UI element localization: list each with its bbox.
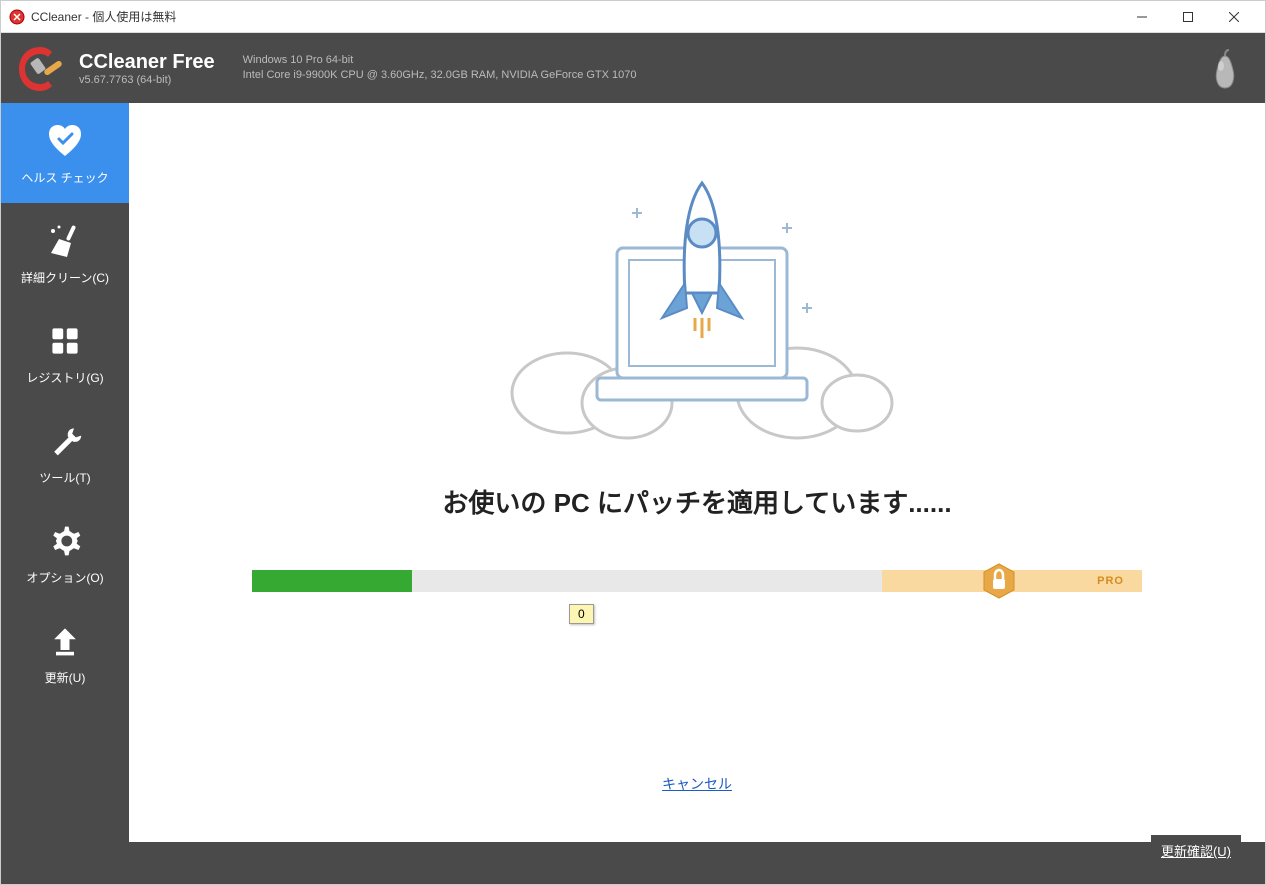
main-content: お使いの PC にパッチを適用しています...... PRO 0 キャンセル 更…: [129, 103, 1265, 884]
grid-icon: [45, 321, 85, 361]
titlebar: CCleaner - 個人使用は無料: [1, 1, 1265, 33]
sidebar-label: レジストリ(G): [26, 369, 103, 386]
product-info: CCleaner Free v5.67.7763 (64-bit): [79, 51, 215, 86]
minimize-button[interactable]: [1119, 1, 1165, 33]
sidebar-label: ヘルス チェック: [21, 169, 108, 186]
lock-icon: [980, 562, 1018, 600]
footer-bar: [129, 842, 1265, 884]
window-title: CCleaner - 個人使用は無料: [31, 8, 1119, 25]
progress-fill: [252, 570, 412, 592]
upload-arrow-icon: [45, 621, 85, 661]
sidebar-item-custom-clean[interactable]: 詳細クリーン(C): [1, 203, 129, 303]
product-version: v5.67.7763 (64-bit): [79, 74, 215, 86]
app-header: CCleaner Free v5.67.7763 (64-bit) Window…: [1, 33, 1265, 103]
update-check-link[interactable]: 更新確認(U): [1151, 835, 1241, 866]
wrench-icon: [45, 421, 85, 461]
sidebar-label: 更新(U): [45, 669, 86, 686]
window-controls: [1119, 1, 1257, 33]
pear-icon[interactable]: [1207, 46, 1243, 90]
product-name: CCleaner Free: [79, 51, 215, 74]
sidebar-item-health-check[interactable]: ヘルス チェック: [1, 103, 129, 203]
gear-icon: [45, 521, 85, 561]
ccleaner-logo-icon: [13, 41, 67, 95]
sidebar-item-update[interactable]: 更新(U): [1, 603, 129, 703]
sidebar-item-registry[interactable]: レジストリ(G): [1, 303, 129, 403]
broom-icon: [45, 221, 85, 261]
sys-os: Windows 10 Pro 64-bit: [243, 53, 1207, 68]
rocket-illustration: [487, 163, 907, 443]
sidebar-item-tools[interactable]: ツール(T): [1, 403, 129, 503]
cancel-link[interactable]: キャンセル: [662, 774, 732, 794]
maximize-button[interactable]: [1165, 1, 1211, 33]
sidebar-item-options[interactable]: オプション(O): [1, 503, 129, 603]
status-headline: お使いの PC にパッチを適用しています......: [442, 483, 951, 520]
progress-tooltip: 0: [569, 604, 594, 624]
sidebar-label: ツール(T): [39, 469, 90, 486]
sidebar: ヘルス チェック 詳細クリーン(C) レジストリ(G) ツール(T) オプション…: [1, 103, 129, 884]
app-icon: [9, 9, 25, 25]
heart-check-icon: [45, 121, 85, 161]
close-button[interactable]: [1211, 1, 1257, 33]
sidebar-label: 詳細クリーン(C): [21, 269, 109, 286]
progress-bar: PRO: [252, 570, 1142, 592]
pro-label: PRO: [1097, 575, 1124, 587]
sidebar-label: オプション(O): [26, 569, 103, 586]
system-info: Windows 10 Pro 64-bit Intel Core i9-9900…: [243, 53, 1207, 84]
sys-hw: Intel Core i9-9900K CPU @ 3.60GHz, 32.0G…: [243, 68, 1207, 83]
